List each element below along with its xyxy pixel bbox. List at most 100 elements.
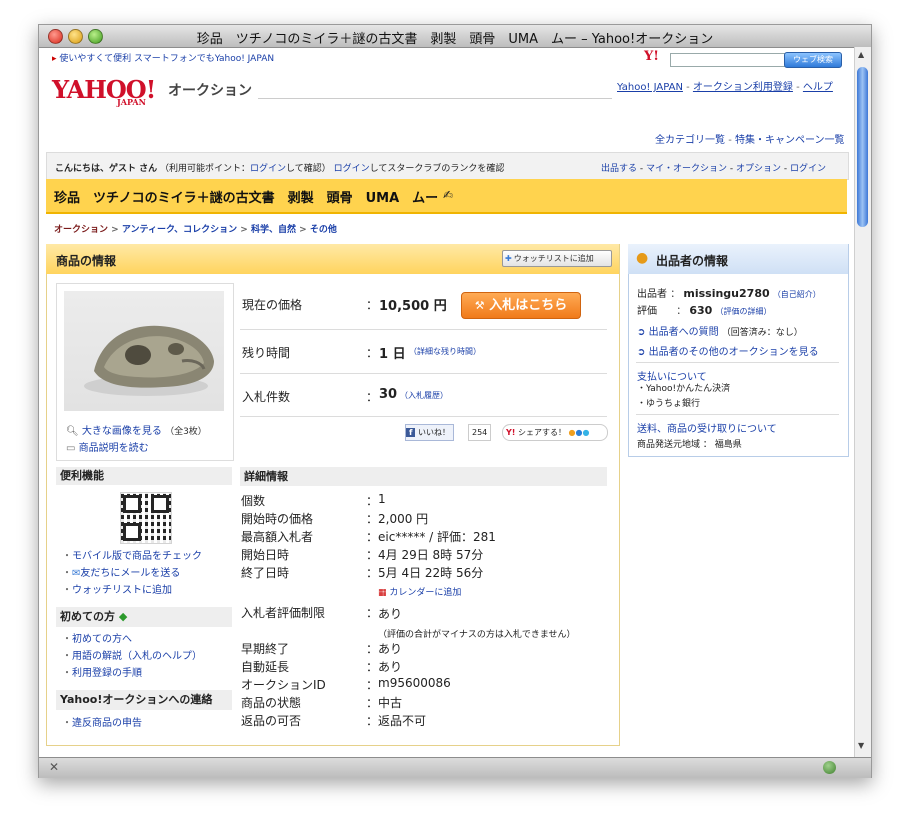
detail-label: 開始日時 [241,548,290,562]
details-list-2: 早期終了：あり 自動延長：あり オークションID： m95600086 商品の状態：中古… [241,640,611,730]
seller-other-auctions-link[interactable]: 出品者のその他のオークションを見る [649,347,819,358]
rating-value[interactable]: 630 [689,304,712,317]
convenience-header: 便利機能 [56,467,232,485]
image-count: （全3枚） [165,427,207,437]
bid-button-label: 入札はこちら [489,298,568,313]
seller-question-link[interactable]: 出品者への質問 [649,327,719,338]
send-mail-link[interactable]: 友だちにメールを送る [80,568,180,579]
arrow-icon: ▸ [52,54,57,64]
shipping-link[interactable]: 送料、商品の受け取りについて [637,420,777,435]
category-links: 全カテゴリ一覧 - 特集・キャンペーン一覧 [655,135,845,146]
brand-auction[interactable]: オークション [168,80,252,100]
vertical-scrollbar[interactable]: ▲ ▼ [854,47,871,757]
report-violation-link[interactable]: 違反商品の申告 [72,718,142,729]
scrollbar-thumb[interactable] [857,67,868,227]
colon: ： [366,530,379,544]
stop-icon[interactable]: ✕ [49,760,59,774]
breadcrumb-other[interactable]: その他 [310,225,337,235]
divider [240,416,607,417]
watchlist-link[interactable]: ウォッチリストに追加 [72,585,172,596]
first-time-header: 初めての方 ◆ [56,607,232,627]
facebook-icon: f [406,428,416,437]
top-header: ▸ 使いやすくて便利 スマートフォンでもYahoo! JAPAN Y! ウェブ検… [40,47,842,68]
colon: ： [366,346,379,360]
item-photo[interactable] [64,291,224,411]
contact-header: Yahoo!オークションへの連絡 [56,690,232,710]
detail-label: 商品の状態 [241,696,302,710]
web-search-button[interactable]: ウェブ検索 [784,52,842,68]
detail-value: 5月 4日 22時 56分 [378,566,484,580]
like-button[interactable]: f いいね！ [405,424,455,441]
detail-row: 終了日時 ： 5月 4日 22時 56分 [241,564,611,582]
all-categories-link[interactable]: 全カテゴリ一覧 [655,135,725,146]
rating-detail-link[interactable]: （評価の詳細） [716,307,772,316]
colon: ： [366,390,379,404]
large-image-link[interactable]: 大きな画像を見る [82,426,162,437]
bid-history-link[interactable]: （入札履歴） [400,390,448,401]
scroll-up-arrow-icon[interactable]: ▲ [858,50,864,59]
help-link[interactable]: ヘルプ [803,82,833,93]
read-description-link[interactable]: 商品説明を読む [79,443,149,454]
bid-button[interactable]: ⚒ 入札はこちら [461,292,581,319]
divider [636,362,839,363]
breadcrumb-auction[interactable]: オークション [54,225,108,235]
glossary-link[interactable]: 用語の解説（入札のヘルプ） [72,651,202,662]
points-suffix: して確認） [286,164,331,174]
seller-name[interactable]: missingu2780 [683,287,769,300]
share-button[interactable]: Y! シェアする！ ●●● [502,424,608,441]
security-status-icon [823,761,836,774]
breadcrumb-science[interactable]: 科学、自然 [251,225,296,235]
seller-title: 出品者の情報 [656,254,729,268]
detail-value: あり [378,660,403,674]
colon: ： [366,642,379,656]
payment-item: ゆうちょ銀行 [646,399,701,409]
restriction-block: あり （評価の合計がマイナスの方は入札できません） [378,604,602,644]
yahoo-share-icon: Y! [506,428,516,437]
detail-value: 返品不可 [378,714,427,728]
breadcrumb-antique[interactable]: アンティーク、コレクション [122,225,237,235]
time-detail-link[interactable]: （詳細な残り時間） [409,346,481,357]
details-list-1: 個数： 1 開始時の価格： 2,000 円最高額入札者： eic***** / 評価：2… [241,492,611,582]
price-label: 現在の価格 [242,298,303,312]
detail-row: 開始日時 ： 4月 29日 8時 57分 [241,546,611,564]
yahoo-japan-link[interactable]: Yahoo! JAPAN [617,82,683,93]
title-bar[interactable]: 珍品 ツチノコのミイラ＋謎の古文書 剥製 頭骨 UMA ムー – Yahoo!オ… [39,25,871,48]
detail-label: オークションID [241,678,326,692]
mobile-check-link[interactable]: モバイル版で商品をチェック [72,551,202,562]
list-item: ・Yahoo!かんたん決済 [637,384,731,394]
colon: ： [366,566,379,580]
detail-label: 個数 [241,494,266,508]
mobile-promo-link[interactable]: ▸ 使いやすくて便利 スマートフォンでもYahoo! JAPAN [52,51,274,64]
registration-steps-link[interactable]: 利用登録の手順 [72,668,142,679]
mobile-promo-text[interactable]: 使いやすくて便利 スマートフォンでもYahoo! JAPAN [59,54,274,64]
watchlist-add-button[interactable]: ✚ ウォッチリストに追加 [502,250,612,267]
search-input[interactable] [670,53,786,67]
payment-link[interactable]: 支払いについて [637,368,707,383]
my-auction-link[interactable]: マイ・オークション [646,164,727,174]
detail-value: 中古 [378,696,403,710]
option-link[interactable]: オプション [736,164,781,174]
star-login-link[interactable]: ログイン [334,164,370,174]
watchlist-add-label: ウォッチリストに追加 [513,254,594,263]
contact-links: ・違反商品の申告 [62,718,142,729]
scroll-down-arrow-icon[interactable]: ▼ [858,741,864,750]
calendar-add-link[interactable]: カレンダーに追加 [389,588,461,598]
login-link[interactable]: ログイン [790,164,826,174]
other-auctions-row: ➲ 出品者のその他のオークションを見る [637,343,819,358]
auction-register-link[interactable]: オークション利用登録 [693,82,793,93]
seller-intro-link[interactable]: （自己紹介） [773,290,821,299]
beginner-link[interactable]: 初めての方へ [72,634,132,645]
qr-code [120,492,172,544]
detail-row: 自動延長 ：あり [241,658,611,676]
detail-value: 4月 29日 8時 57分 [378,548,484,562]
detail-value: 2,000 円 [378,512,429,526]
sell-link[interactable]: 出品する [601,164,637,174]
list-item: ・モバイル版で商品をチェック [62,551,202,562]
divider [240,373,607,374]
list-item: ・初めての方へ [62,634,132,645]
campaign-link[interactable]: 特集・キャンペーン一覧 [735,135,845,146]
first-time-title: 初めての方 [60,610,115,623]
time-left-label: 残り時間 [242,346,291,360]
restriction-label: 入札者評価制限 [241,606,326,620]
points-login-link[interactable]: ログイン [250,164,286,174]
